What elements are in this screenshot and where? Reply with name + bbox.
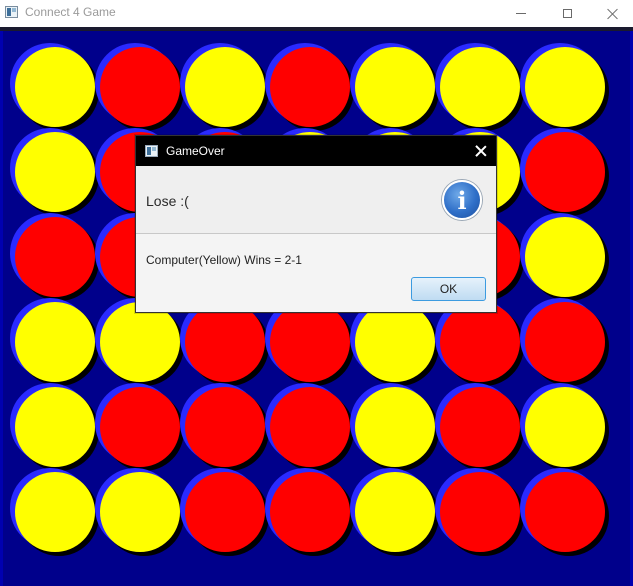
window-title: Connect 4 Game bbox=[25, 5, 116, 19]
close-icon bbox=[475, 145, 487, 157]
minimize-button[interactable] bbox=[498, 0, 544, 27]
ok-button[interactable]: OK bbox=[411, 277, 486, 301]
minimize-icon bbox=[516, 13, 526, 14]
dialog-header-text: Lose :( bbox=[146, 193, 189, 209]
dialog-app-icon bbox=[145, 145, 158, 157]
dialog-content-text: Computer(Yellow) Wins = 2-1 bbox=[146, 253, 302, 267]
maximize-button[interactable] bbox=[544, 0, 590, 27]
dialog-titlebar: GameOver bbox=[136, 136, 496, 166]
dialog-close-button[interactable] bbox=[466, 136, 496, 166]
dialog-title: GameOver bbox=[166, 144, 225, 158]
app-icon bbox=[5, 6, 18, 18]
maximize-icon bbox=[562, 9, 572, 18]
close-button[interactable] bbox=[590, 0, 633, 27]
window-titlebar: Connect 4 Game bbox=[0, 0, 633, 27]
close-icon bbox=[607, 8, 619, 20]
dialog-header: Lose :( i bbox=[136, 166, 496, 234]
info-icon: i bbox=[442, 180, 482, 220]
gameover-dialog: GameOver Lose :( i Computer(Yellow) Wins… bbox=[135, 135, 497, 313]
